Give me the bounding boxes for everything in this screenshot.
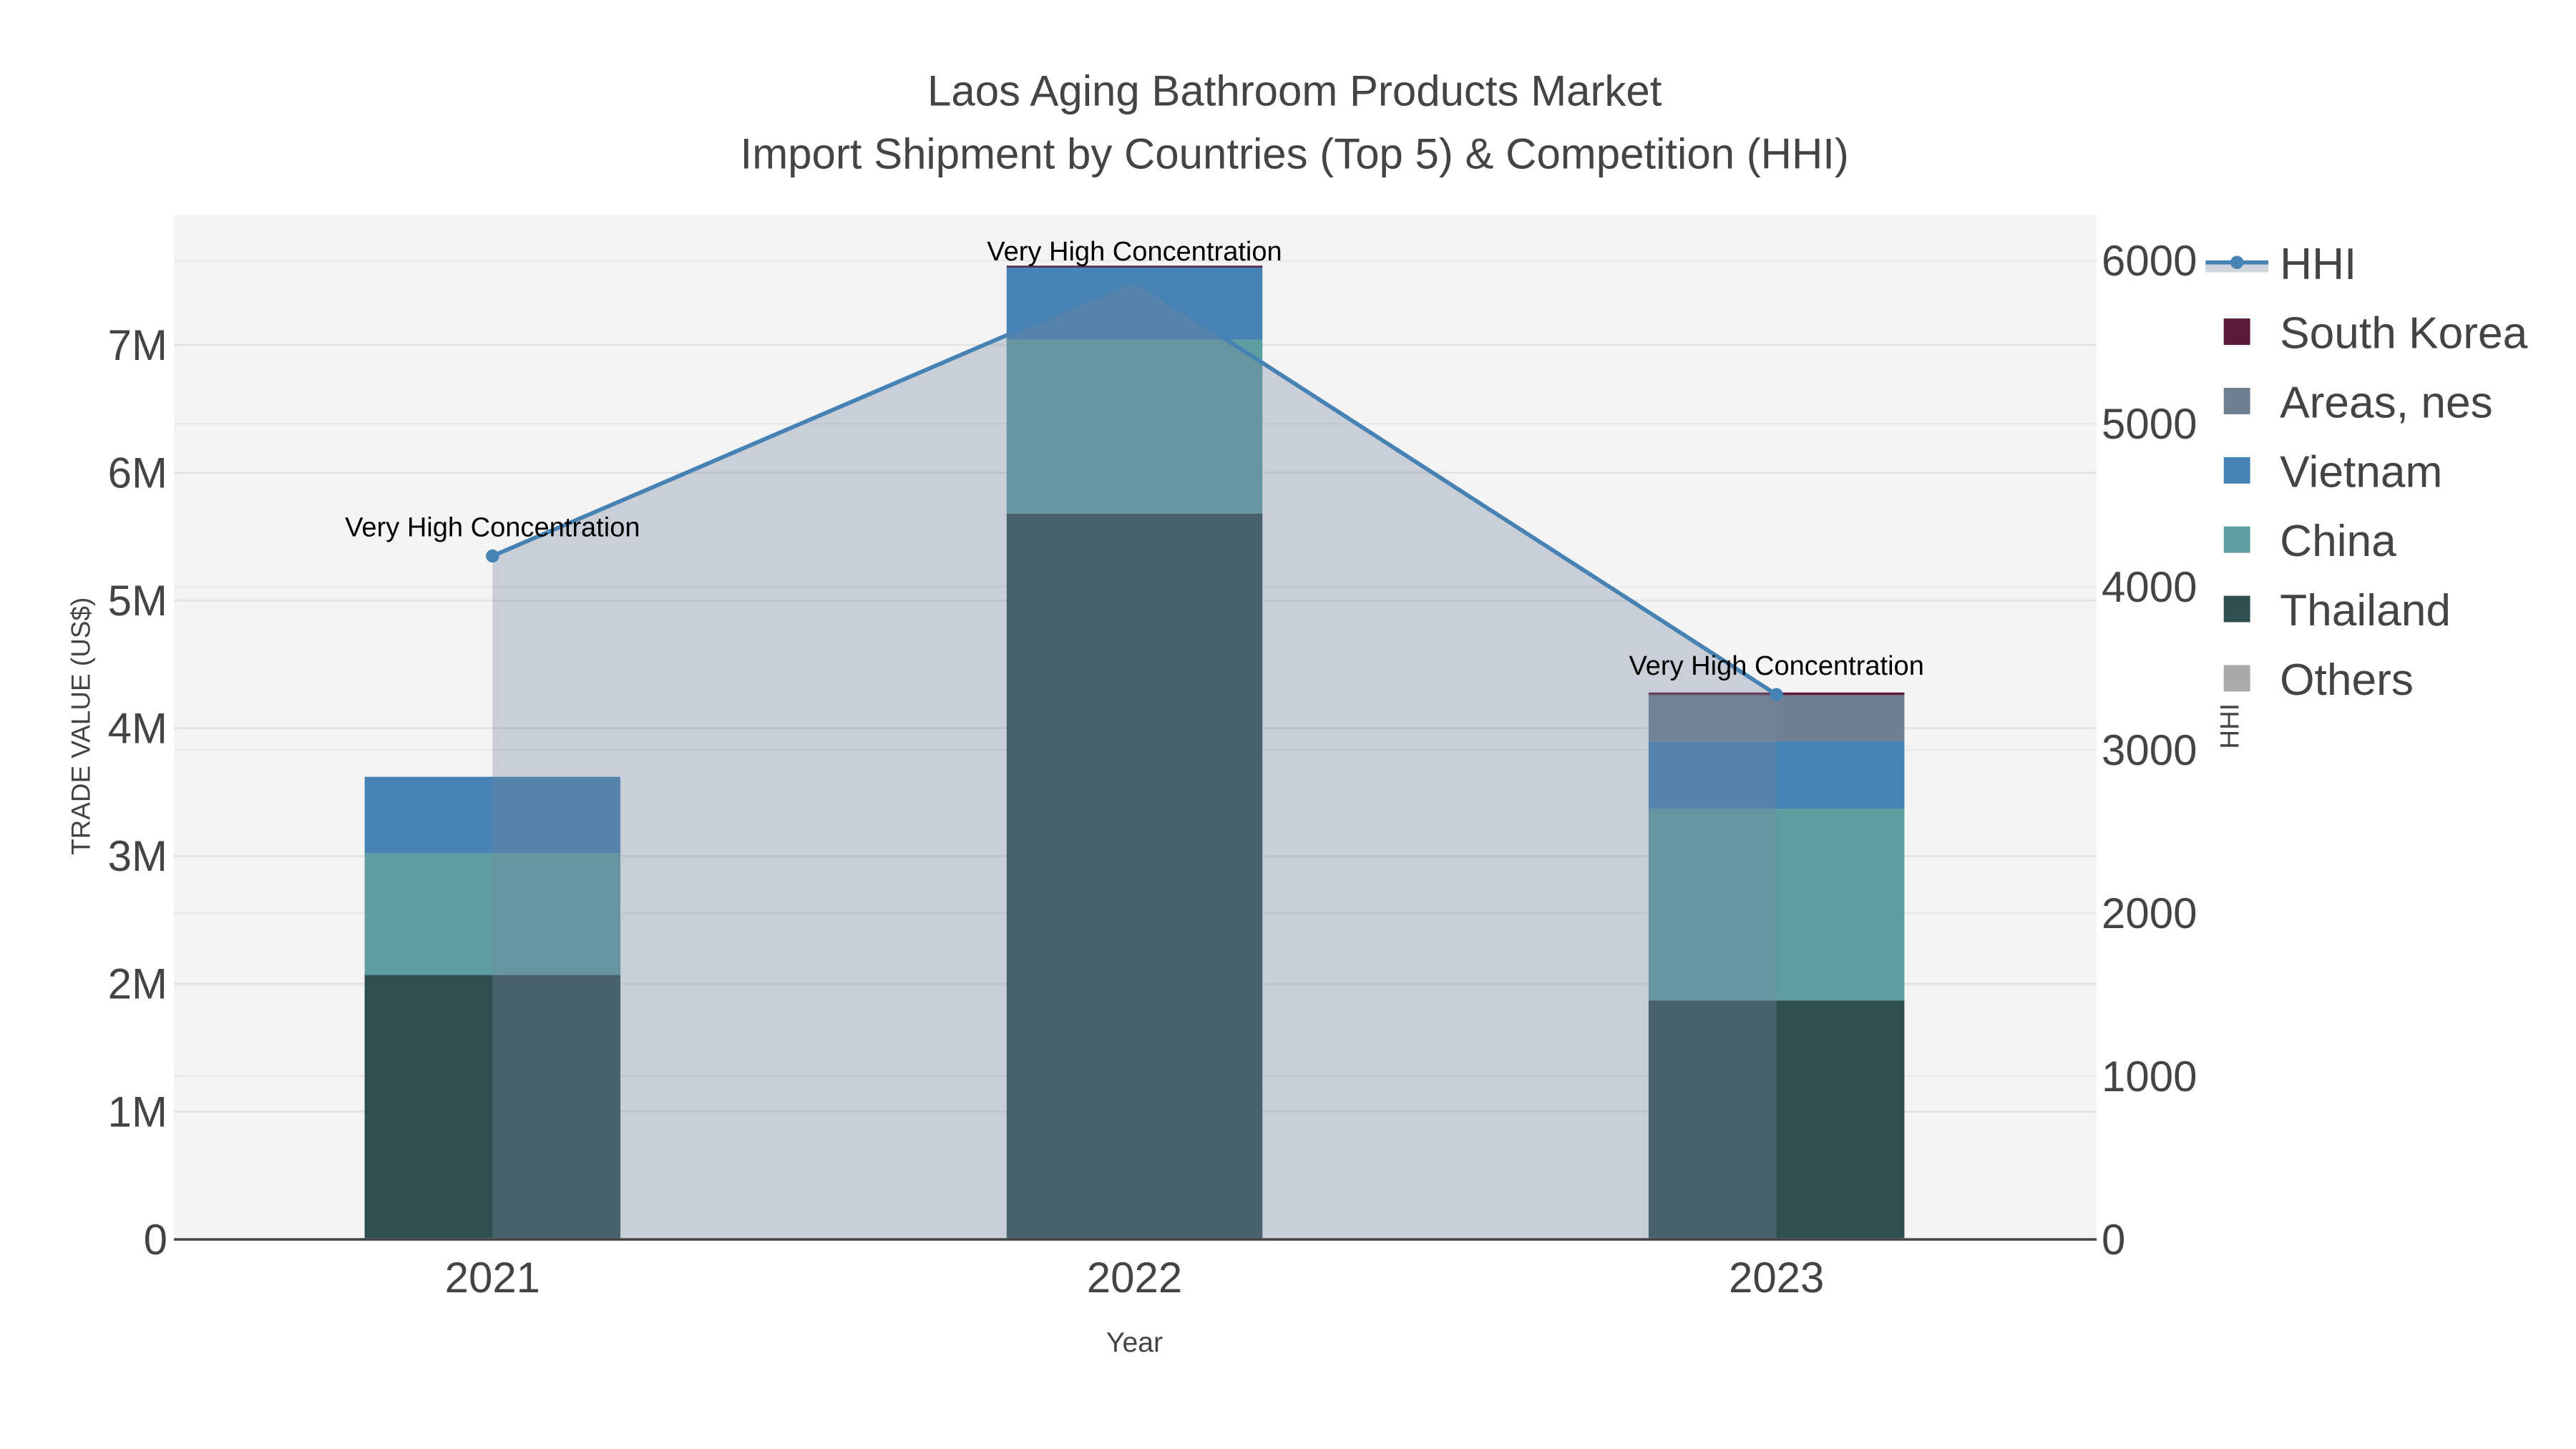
legend-item-others[interactable]: Others <box>2223 655 2414 705</box>
y-tick-label: 3M <box>108 832 167 880</box>
legend-marker <box>2230 255 2244 269</box>
y-tick-label: 1M <box>108 1088 167 1136</box>
legend-swatch <box>2223 526 2250 553</box>
legend-item-south-korea[interactable]: South Korea <box>2223 309 2528 358</box>
x-tick-label: 2023 <box>1729 1254 1824 1302</box>
hhi-annotation: Very High Concentration <box>987 237 1282 267</box>
legend-label: South Korea <box>2280 309 2528 358</box>
x-tick-label: 2022 <box>1087 1254 1182 1302</box>
chart-title: Laos Aging Bathroom Products Market <box>927 67 1662 115</box>
legend-item-china[interactable]: China <box>2223 517 2396 566</box>
legend-label: Thailand <box>2280 586 2451 635</box>
y2-tick-label: 2000 <box>2102 889 2197 937</box>
y2-tick-label: 4000 <box>2102 563 2197 611</box>
y-tick-label: 5M <box>108 577 167 625</box>
y2-tick-label: 3000 <box>2102 726 2197 774</box>
hhi-annotation: Very High Concentration <box>345 512 640 542</box>
y2-tick-label: 6000 <box>2102 237 2197 285</box>
y2-axis-label: HHI <box>2215 703 2244 749</box>
y-axis-label: TRADE VALUE (US$) <box>67 597 96 855</box>
x-tick-label: 2021 <box>445 1254 540 1302</box>
legend-label: HHI <box>2280 240 2356 289</box>
chart: Laos Aging Bathroom Products Market Impo… <box>67 67 2528 1358</box>
legend-item-vietnam[interactable]: Vietnam <box>2223 447 2443 497</box>
legend-label: Vietnam <box>2280 447 2442 497</box>
legend-swatch <box>2223 387 2250 414</box>
y2-tick-label: 1000 <box>2102 1053 2197 1101</box>
legend-swatch <box>2223 318 2250 346</box>
hhi-annotation: Very High Concentration <box>1629 651 1923 681</box>
legend-swatch <box>2223 457 2250 484</box>
legend-label: Areas, nes <box>2280 379 2493 428</box>
hhi-point-2021 <box>486 549 499 563</box>
chart-subtitle: Import Shipment by Countries (Top 5) & C… <box>741 130 1849 177</box>
legend-item-thailand[interactable]: Thailand <box>2223 586 2451 635</box>
x-axis-label: Year <box>1106 1327 1163 1358</box>
hhi-point-2023 <box>1770 688 1783 701</box>
legend: HHI South Korea Areas, nes Vietnam China Thai… <box>2205 240 2528 705</box>
legend-swatch <box>2223 595 2250 623</box>
legend-item-areas-nes[interactable]: Areas, nes <box>2223 379 2493 428</box>
legend-item-hhi[interactable]: HHI <box>2205 240 2356 289</box>
y2-tick-label: 5000 <box>2102 400 2197 448</box>
legend-swatch <box>2223 665 2250 692</box>
y-tick-label: 4M <box>108 705 167 753</box>
hhi-point-2022 <box>1128 273 1141 287</box>
y-tick-label: 2M <box>108 960 167 1008</box>
legend-label: Others <box>2280 655 2414 705</box>
legend-label: China <box>2280 517 2396 566</box>
y-tick-label: 7M <box>108 321 167 369</box>
y-tick-label: 0 <box>144 1216 167 1264</box>
y-tick-label: 6M <box>108 449 167 497</box>
y2-tick-label: 0 <box>2102 1216 2125 1264</box>
